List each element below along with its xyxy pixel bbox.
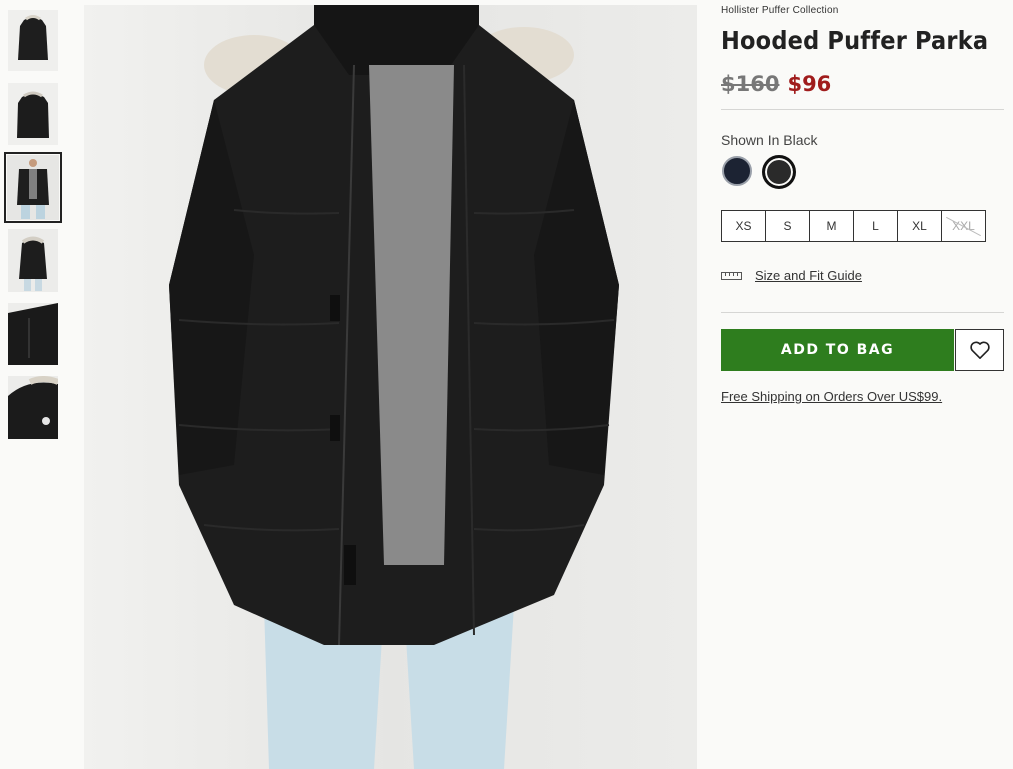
divider bbox=[721, 109, 1004, 110]
product-title: Hooded Puffer Parka bbox=[721, 26, 989, 55]
color-swatch-black[interactable] bbox=[762, 155, 796, 189]
collection-label: Hollister Puffer Collection bbox=[721, 5, 839, 16]
thumbnail-4[interactable] bbox=[8, 229, 58, 292]
parka-illustration bbox=[84, 5, 697, 769]
size-guide-link[interactable]: Size and Fit Guide bbox=[755, 268, 862, 283]
thumbnail-1-image bbox=[8, 10, 58, 71]
thumbnail-3-image bbox=[7, 155, 59, 220]
ruler-icon bbox=[721, 271, 742, 280]
thumbnail-4-image bbox=[8, 229, 58, 292]
thumbnail-1[interactable] bbox=[8, 10, 58, 71]
divider bbox=[721, 312, 1004, 313]
color-swatch-navy[interactable] bbox=[722, 156, 752, 186]
price: $160 $96 bbox=[721, 72, 831, 96]
free-shipping-link[interactable]: Free Shipping on Orders Over US$99. bbox=[721, 389, 942, 404]
heart-icon bbox=[969, 341, 990, 359]
price-original: $160 bbox=[721, 72, 780, 96]
add-to-bag-button[interactable]: ADD TO BAG bbox=[721, 329, 954, 371]
thumbnail-6-image bbox=[8, 376, 58, 439]
main-product-image[interactable] bbox=[84, 5, 697, 769]
thumbnail-5-image bbox=[8, 303, 58, 365]
shown-in-label: Shown In Black bbox=[721, 132, 818, 148]
size-xl[interactable]: XL bbox=[897, 210, 942, 242]
thumbnail-2[interactable] bbox=[8, 83, 58, 145]
thumbnail-2-image bbox=[8, 83, 58, 145]
thumbnail-5[interactable] bbox=[8, 303, 58, 365]
size-xxl[interactable]: XXL bbox=[941, 210, 986, 242]
size-l[interactable]: L bbox=[853, 210, 898, 242]
price-sale: $96 bbox=[787, 72, 832, 96]
size-xs[interactable]: XS bbox=[721, 210, 766, 242]
size-guide-row: Size and Fit Guide bbox=[721, 268, 862, 283]
thumbnail-6[interactable] bbox=[8, 376, 58, 439]
thumbnail-3[interactable] bbox=[4, 152, 62, 223]
wishlist-button[interactable] bbox=[955, 329, 1004, 371]
size-selector: XS S M L XL XXL bbox=[721, 210, 986, 242]
size-m[interactable]: M bbox=[809, 210, 854, 242]
size-s[interactable]: S bbox=[765, 210, 810, 242]
